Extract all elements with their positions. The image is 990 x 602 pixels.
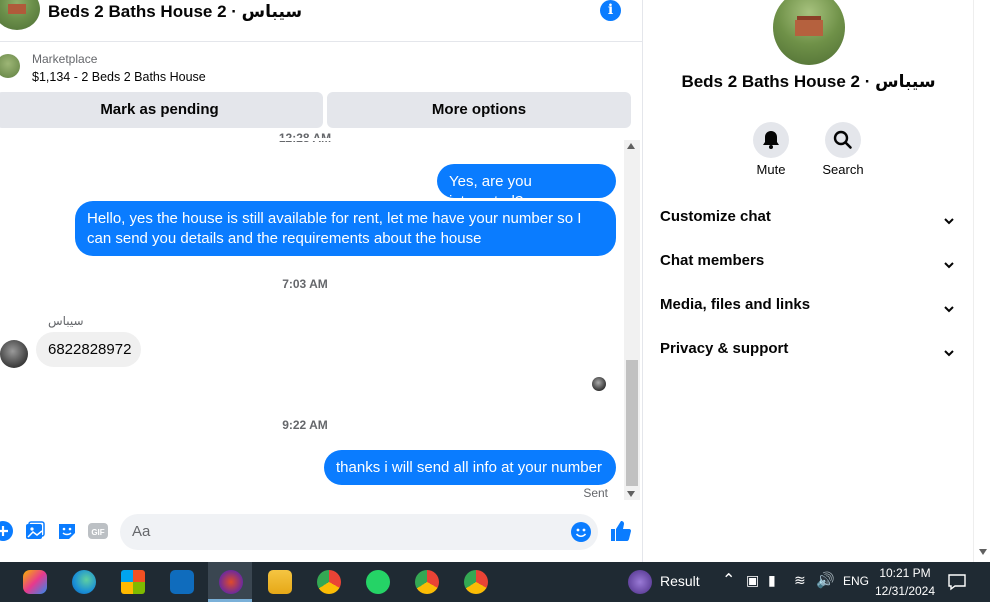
chevron-up-icon[interactable]: ⌃ [722, 570, 735, 590]
section-chat-members[interactable]: Chat members [660, 252, 960, 282]
listing-title: $1,134 - 2 Beds 2 Baths House [32, 70, 206, 84]
clock-time[interactable]: 10:21 PM [866, 566, 944, 580]
timestamp: 7:03 AM [282, 277, 328, 291]
notification-icon[interactable] [947, 573, 967, 591]
app-taskbar-icon[interactable] [208, 562, 252, 602]
chat-scrollbar-thumb[interactable] [626, 360, 638, 486]
message-outgoing[interactable]: Hello, yes the house is still available … [75, 201, 616, 256]
sender-name: سيباس [48, 314, 84, 328]
mute-label: Mute [756, 162, 786, 177]
meet-now-icon[interactable]: ▣ [746, 572, 759, 589]
chevron-down-icon [944, 350, 954, 357]
section-privacy-support[interactable]: Privacy & support [660, 340, 960, 370]
message-outgoing[interactable]: thanks i will send all info at your numb… [324, 450, 616, 485]
chat-header: Beds 2 Baths House 2 · سيباس i [0, 0, 642, 42]
sent-status: Sent [583, 486, 608, 500]
battery-icon[interactable]: ▮ [768, 572, 776, 589]
chat-details-pane: Beds 2 Baths House 2 · سيباس Mute Search… [644, 0, 973, 562]
store-taskbar-icon[interactable] [110, 562, 154, 602]
app-window: Beds 2 Baths House 2 · سيباس i Marketpla… [0, 0, 990, 602]
chrome-profile-2-taskbar-icon[interactable] [453, 562, 497, 602]
page-scrollbar[interactable] [973, 0, 990, 562]
thumbs-up-icon[interactable] [609, 519, 633, 543]
edge-taskbar-icon[interactable] [61, 562, 105, 602]
whatsapp-taskbar-icon[interactable] [355, 562, 399, 602]
profile-avatar[interactable] [773, 0, 845, 65]
more-options-button[interactable]: More options [327, 92, 631, 128]
chevron-down-icon [944, 306, 954, 313]
message-incoming[interactable]: 6822828972 [36, 332, 141, 367]
listing-thumbnail [0, 54, 20, 78]
emoji-icon[interactable] [570, 521, 592, 543]
message-placeholder: Aa [132, 523, 151, 540]
page-scroll-down-arrow-icon[interactable] [979, 549, 987, 555]
sender-avatar[interactable] [0, 340, 28, 368]
section-label: Customize chat [660, 208, 771, 225]
marketplace-label: Marketplace [32, 52, 98, 66]
result-widget[interactable]: Result [620, 562, 710, 602]
copilot-taskbar-icon[interactable] [12, 562, 56, 602]
search-icon [833, 130, 852, 149]
chevron-down-icon [944, 262, 954, 269]
clock-date[interactable]: 12/31/2024 [866, 584, 944, 598]
svg-text:GIF: GIF [91, 528, 104, 537]
timestamp: 9:22 AM [282, 418, 328, 432]
search-button[interactable] [825, 122, 861, 158]
search-label: Search [822, 162, 864, 177]
wifi-icon[interactable]: ≋ [794, 572, 806, 589]
section-label: Privacy & support [660, 340, 789, 357]
bell-icon [763, 131, 779, 149]
sticker-icon[interactable] [56, 520, 78, 542]
section-label: Media, files and links [660, 296, 811, 313]
chrome-profile-taskbar-icon[interactable] [404, 562, 448, 602]
windows-taskbar: Result ⌃ ▣ ▮ ≋ 🔊 ENG 10:21 PM 12/31/2024 [0, 562, 990, 602]
chat-avatar[interactable] [0, 0, 40, 30]
section-media-files-links[interactable]: Media, files and links [660, 296, 960, 326]
chat-title[interactable]: Beds 2 Baths House 2 · سيباس [48, 2, 302, 22]
mute-button[interactable] [753, 122, 789, 158]
marketplace-listing[interactable]: Marketplace $1,134 - 2 Beds 2 Baths Hous… [0, 42, 642, 92]
message-input[interactable]: Aa [120, 514, 598, 550]
chrome-taskbar-icon[interactable] [306, 562, 350, 602]
mark-pending-button[interactable]: Mark as pending [0, 92, 323, 128]
chat-pane: Beds 2 Baths House 2 · سيباس i Marketpla… [0, 0, 643, 562]
section-label: Chat members [660, 252, 765, 269]
image-icon[interactable] [24, 520, 46, 542]
details-title: Beds 2 Baths House 2 · سيباس [681, 72, 936, 91]
scroll-down-arrow-icon[interactable] [627, 491, 635, 497]
section-customize-chat[interactable]: Customize chat [660, 208, 960, 238]
info-icon[interactable]: i [600, 0, 621, 21]
seen-indicator-avatar [592, 377, 606, 391]
message-outgoing[interactable]: Yes, are you interested? [437, 164, 616, 210]
gif-icon[interactable]: GIF [87, 520, 109, 542]
file-explorer-taskbar-icon[interactable] [257, 562, 301, 602]
timestamp-mask [0, 138, 642, 141]
scroll-up-arrow-icon[interactable] [627, 143, 635, 149]
outlook-taskbar-icon[interactable] [159, 562, 203, 602]
volume-icon[interactable]: 🔊 [816, 571, 835, 589]
result-label: Result [660, 573, 700, 589]
plus-icon[interactable] [0, 520, 14, 542]
chevron-down-icon [944, 218, 954, 225]
